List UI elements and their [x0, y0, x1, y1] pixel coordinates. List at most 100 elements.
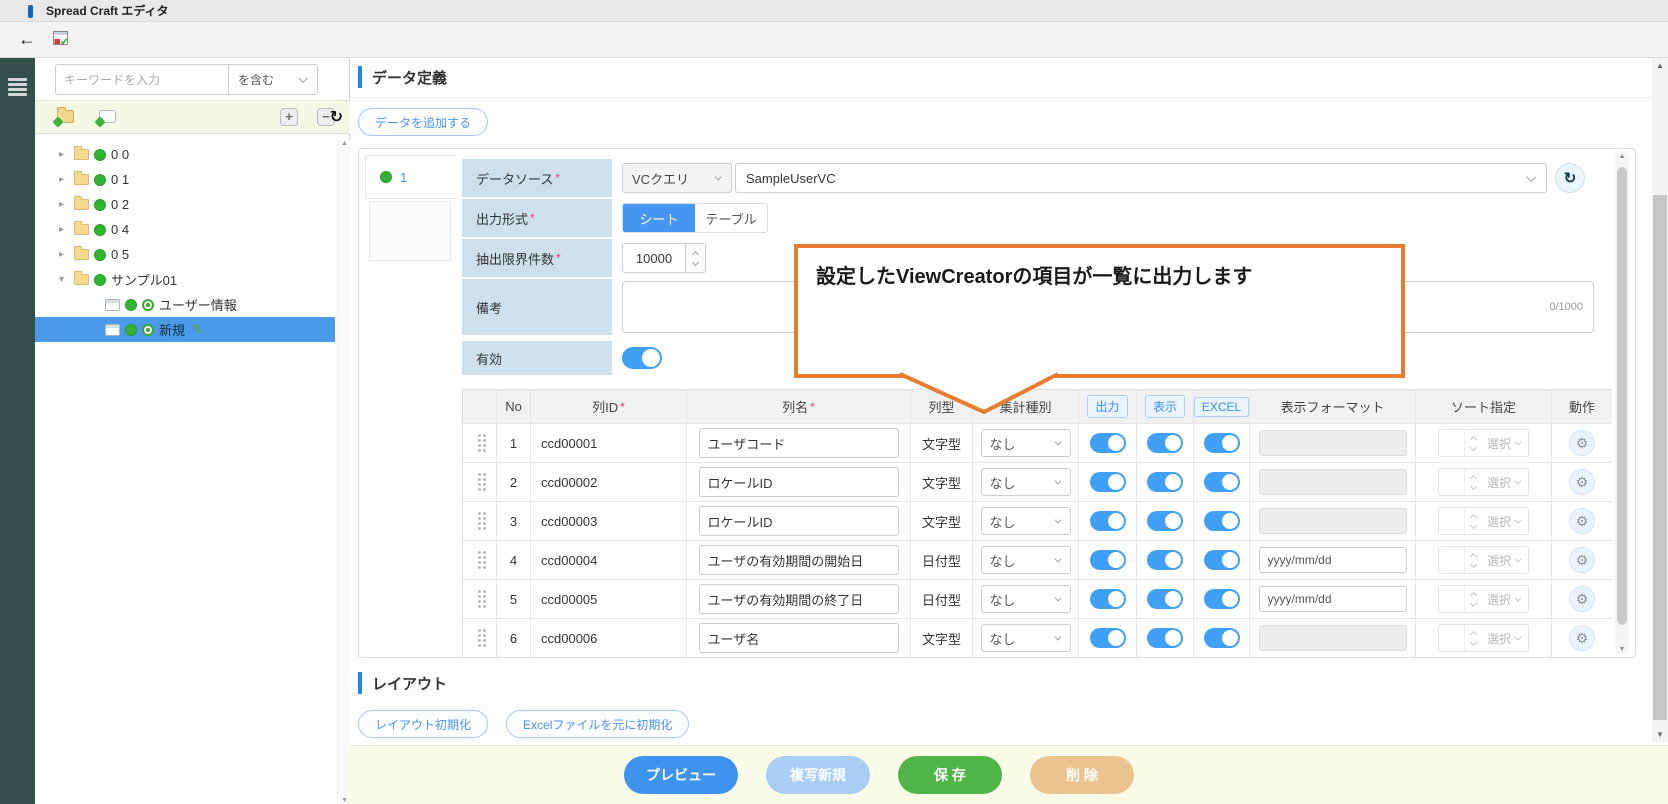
datasource-combobox[interactable]: SampleUserVC — [735, 163, 1547, 193]
scrollbar-thumb[interactable] — [1617, 167, 1627, 625]
chevron-collapsed-icon[interactable]: ▸ — [59, 199, 69, 210]
aggregate-select[interactable]: なし — [981, 585, 1071, 613]
col-name-input[interactable] — [699, 428, 899, 458]
copy-new-button[interactable]: 複写新規 — [766, 756, 870, 794]
row-toggle[interactable] — [1090, 433, 1126, 453]
row-toggle[interactable] — [1090, 589, 1126, 609]
sort-group[interactable]: 選択 — [1438, 468, 1529, 496]
header-display-button[interactable]: 表示 — [1145, 395, 1185, 418]
scroll-up-icon[interactable]: ▲ — [1652, 61, 1668, 70]
row-toggle[interactable] — [1090, 628, 1126, 648]
row-toggle[interactable] — [1147, 550, 1183, 570]
save-button[interactable]: 保 存 — [898, 756, 1002, 794]
page-scrollbar[interactable]: ▲ ▼ — [1652, 58, 1668, 742]
drag-handle-icon[interactable] — [478, 473, 481, 476]
row-settings-gear-button[interactable]: ⚙ — [1569, 430, 1595, 456]
row-toggle[interactable] — [1147, 511, 1183, 531]
search-input[interactable] — [55, 64, 228, 95]
chevron-collapsed-icon[interactable]: ▸ — [59, 224, 69, 235]
refresh-tree-icon[interactable]: ↻ — [330, 107, 343, 127]
limit-input[interactable] — [622, 243, 686, 273]
format-input[interactable] — [1259, 508, 1407, 534]
sort-stepper[interactable] — [1465, 554, 1483, 567]
format-input[interactable] — [1259, 625, 1407, 651]
aggregate-select[interactable]: なし — [981, 468, 1071, 496]
tree-item[interactable]: ▸0 5 — [35, 242, 335, 267]
tree-item[interactable]: ユーザー情報 — [35, 292, 335, 317]
chevron-collapsed-icon[interactable]: ▸ — [59, 149, 69, 160]
data-tab-1[interactable]: 1 — [365, 155, 457, 199]
sort-stepper[interactable] — [1465, 515, 1483, 528]
add-folder-icon[interactable] — [57, 110, 74, 123]
sort-order-input[interactable] — [1439, 430, 1465, 456]
tree-item[interactable]: ▸0 1 — [35, 167, 335, 192]
delete-button[interactable]: 削 除 — [1030, 756, 1134, 794]
panel-scrollbar[interactable]: ▲ ▼ — [1615, 151, 1629, 655]
limit-stepper[interactable] — [686, 243, 706, 273]
drag-handle-icon[interactable] — [478, 512, 481, 515]
row-toggle[interactable] — [1147, 628, 1183, 648]
row-settings-gear-button[interactable]: ⚙ — [1569, 547, 1595, 573]
sort-order-input[interactable] — [1439, 469, 1465, 495]
chevron-collapsed-icon[interactable]: ▸ — [59, 174, 69, 185]
row-toggle[interactable] — [1204, 628, 1240, 648]
datasource-type-select[interactable]: VCクエリ — [622, 163, 732, 193]
tree-item[interactable]: 新規✎ — [35, 317, 335, 342]
row-toggle[interactable] — [1147, 589, 1183, 609]
sort-group[interactable]: 選択 — [1438, 507, 1529, 535]
sort-group[interactable]: 選択 — [1438, 546, 1529, 574]
header-output-button[interactable]: 出力 — [1087, 395, 1127, 418]
sort-group[interactable]: 選択 — [1438, 429, 1529, 457]
scroll-up-icon[interactable]: ▲ — [338, 140, 351, 147]
tree-item[interactable]: ▸0 0 — [35, 142, 335, 167]
sort-stepper[interactable] — [1465, 632, 1483, 645]
drag-handle-icon[interactable] — [478, 590, 481, 593]
match-select[interactable]: を含む — [228, 64, 318, 95]
sort-order-input[interactable] — [1439, 547, 1465, 573]
drag-handle-icon[interactable] — [478, 434, 481, 437]
aggregate-select[interactable]: なし — [981, 429, 1071, 457]
sort-stepper[interactable] — [1465, 437, 1483, 450]
row-settings-gear-button[interactable]: ⚙ — [1569, 469, 1595, 495]
tree-item[interactable]: ▾サンプル01 — [35, 267, 335, 292]
drag-handle-icon[interactable] — [478, 551, 481, 554]
option-table[interactable]: テーブル — [695, 204, 767, 232]
row-toggle[interactable] — [1204, 472, 1240, 492]
col-name-input[interactable] — [699, 506, 899, 536]
col-name-input[interactable] — [699, 545, 899, 575]
sidebar-scrollbar[interactable]: ▲ ▼ — [337, 140, 350, 804]
row-toggle[interactable] — [1204, 589, 1240, 609]
chevron-expanded-icon[interactable]: ▾ — [59, 274, 69, 285]
row-settings-gear-button[interactable]: ⚙ — [1569, 586, 1595, 612]
format-input[interactable] — [1259, 430, 1407, 456]
excel-icon[interactable] — [52, 29, 70, 47]
aggregate-select[interactable]: なし — [981, 507, 1071, 535]
header-excel-button[interactable]: EXCEL — [1194, 397, 1249, 417]
row-toggle[interactable] — [1204, 550, 1240, 570]
sort-order-input[interactable] — [1439, 508, 1465, 534]
col-name-input[interactable] — [699, 623, 899, 653]
row-toggle[interactable] — [1147, 433, 1183, 453]
col-name-input[interactable] — [699, 467, 899, 497]
scroll-up-icon[interactable]: ▲ — [1615, 153, 1629, 160]
add-sheet-icon[interactable] — [99, 110, 116, 123]
layout-init-from-excel-button[interactable]: Excelファイルを元に初期化 — [506, 710, 689, 738]
tree-item[interactable]: ▸0 2 — [35, 192, 335, 217]
sort-stepper[interactable] — [1465, 593, 1483, 606]
row-toggle[interactable] — [1147, 472, 1183, 492]
aggregate-select[interactable]: なし — [981, 546, 1071, 574]
row-toggle[interactable] — [1090, 511, 1126, 531]
menu-icon[interactable] — [8, 78, 27, 96]
scroll-down-icon[interactable]: ▼ — [1615, 646, 1629, 653]
chevron-collapsed-icon[interactable]: ▸ — [59, 249, 69, 260]
preview-button[interactable]: プレビュー — [624, 756, 738, 794]
drag-handle-icon[interactable] — [478, 629, 481, 632]
back-button[interactable]: ← — [14, 26, 40, 52]
row-toggle[interactable] — [1090, 472, 1126, 492]
row-toggle[interactable] — [1090, 550, 1126, 570]
sort-stepper[interactable] — [1465, 476, 1483, 489]
row-settings-gear-button[interactable]: ⚙ — [1569, 625, 1595, 651]
format-input[interactable] — [1259, 586, 1407, 612]
enabled-toggle[interactable] — [622, 347, 662, 369]
refresh-datasource-button[interactable]: ↻ — [1555, 163, 1585, 193]
